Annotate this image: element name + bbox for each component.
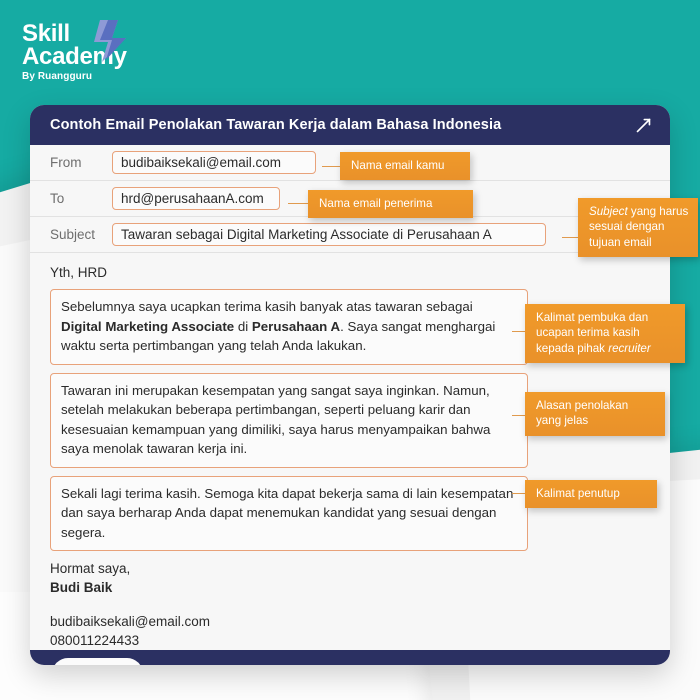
- paragraph-1-bold-2: Perusahaan A: [251, 318, 341, 334]
- salutation: Yth, HRD: [50, 265, 108, 280]
- annotation-subject-italic: Subject: [589, 205, 628, 218]
- annotation-subject: Subject yang harus sesuai dengan tujuan …: [578, 198, 698, 258]
- card-footer-toolbar: SEND: [30, 649, 670, 665]
- subject-label: Subject: [50, 227, 96, 242]
- annotation-paragraph-2: Alasan penolakan yang jelas: [525, 392, 665, 436]
- annotation-connector-to: [288, 203, 310, 204]
- from-input[interactable]: budibaiksekali@email.com: [112, 151, 316, 174]
- subject-input[interactable]: Tawaran sebagai Digital Marketing Associ…: [112, 223, 546, 246]
- contact-phone: 080011224433: [50, 632, 140, 648]
- expand-arrow-icon[interactable]: [635, 117, 652, 134]
- contact-block: budibaiksekali@email.com 080011224433: [50, 612, 652, 650]
- subject-row: Subject Tawaran sebagai Digital Marketin…: [30, 217, 670, 253]
- paragraph-3[interactable]: Sekali lagi terima kasih. Semoga kita da…: [50, 475, 528, 552]
- to-input[interactable]: hrd@perusahaanA.com: [112, 187, 280, 210]
- send-button[interactable]: SEND: [52, 657, 143, 665]
- annotation-paragraph-1: Kalimat pembuka dan ucapan terima kasih …: [525, 304, 685, 364]
- from-label: From: [50, 155, 82, 170]
- annotation-paragraph-3: Kalimat penutup: [525, 480, 657, 509]
- to-label: To: [50, 191, 65, 206]
- annotation-from: Nama email kamu: [340, 152, 470, 181]
- contact-email: budibaiksekali@email.com: [50, 613, 211, 629]
- paragraph-2[interactable]: Tawaran ini merupakan kesempatan yang sa…: [50, 372, 528, 468]
- brand-logo: Skill Academy By Ruangguru: [22, 20, 127, 83]
- brand-line-3: By Ruangguru: [22, 71, 93, 83]
- annotation-paragraph-1-italic: recruiter: [608, 341, 651, 355]
- paragraph-1-bold-1: Digital Marketing Associate: [61, 318, 235, 334]
- paragraph-1-text-2: di: [234, 318, 252, 334]
- page-title: Contoh Email Penolakan Tawaran Kerja dal…: [50, 117, 502, 133]
- annotation-connector-from: [322, 166, 342, 167]
- paragraph-1[interactable]: Sebelumnya saya ucapkan terima kasih ban…: [50, 289, 528, 365]
- lightning-bolt-icon: [82, 18, 130, 67]
- paragraph-1-text-1: Sebelumnya saya ucapkan terima kasih ban…: [61, 299, 473, 314]
- email-compose-card: Contoh Email Penolakan Tawaran Kerja dal…: [30, 105, 670, 665]
- closing-line: Hormat saya,: [50, 561, 131, 577]
- annotation-to: Nama email penerima: [308, 190, 473, 219]
- signature-block: Hormat saya, Budi Baik: [50, 559, 652, 597]
- card-header: Contoh Email Penolakan Tawaran Kerja dal…: [30, 105, 670, 145]
- signer-name: Budi Baik: [50, 580, 113, 596]
